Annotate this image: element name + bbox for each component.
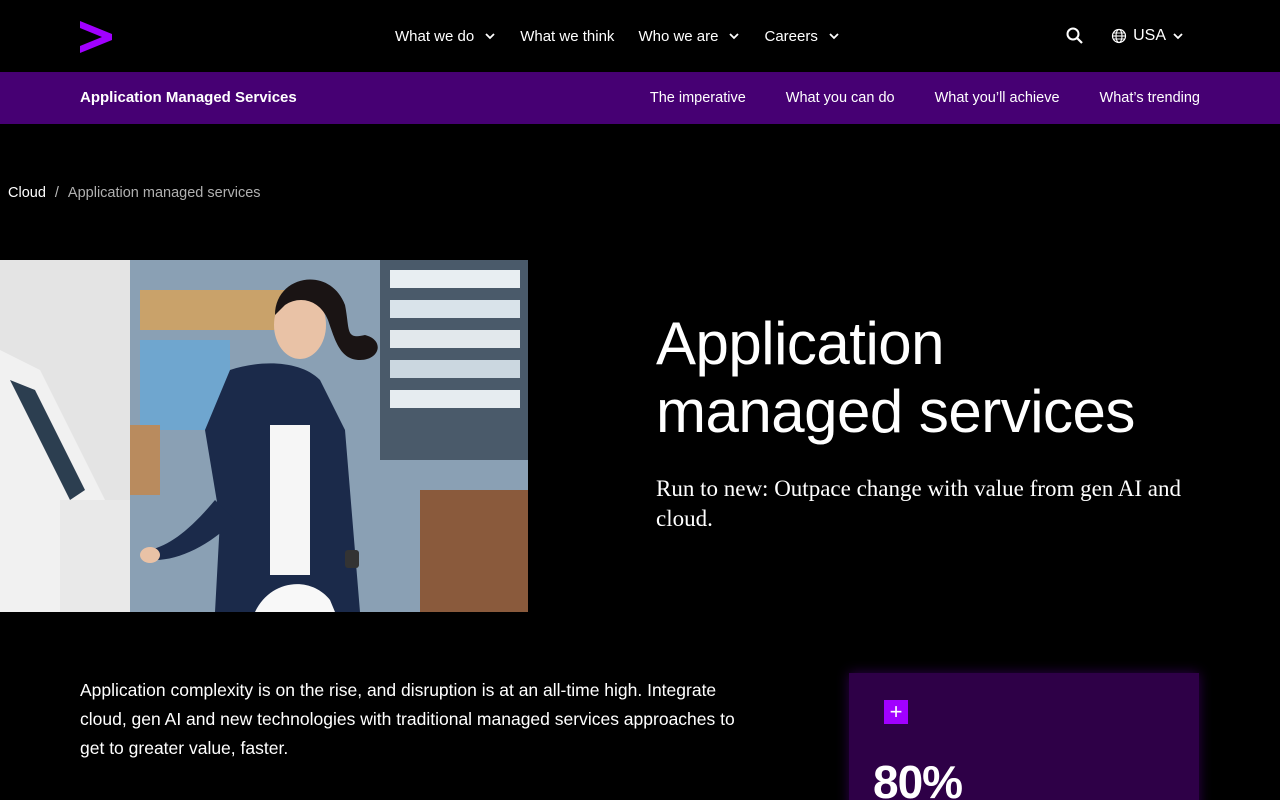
- breadcrumb-separator: /: [54, 185, 59, 201]
- subnav-link-the-imperative[interactable]: The imperative: [650, 90, 746, 106]
- top-navigation: What we do What we think Who we are Care…: [0, 0, 1280, 72]
- hero-subtitle: Run to new: Outpace change with value fr…: [656, 476, 1182, 531]
- nav-item-what-we-think[interactable]: What we think: [520, 28, 614, 45]
- nav-item-label: Who we are: [638, 27, 719, 45]
- locale-label: USA: [1133, 27, 1166, 44]
- nav-item-careers[interactable]: Careers: [764, 28, 839, 45]
- subnav-links: The imperative What you can do What you’…: [610, 72, 1200, 124]
- nav-item-label: What we think: [520, 27, 615, 45]
- intro-paragraph: Application complexity is on the rise, a…: [80, 680, 735, 758]
- nav-item-who-we-are[interactable]: Who we are: [638, 28, 740, 45]
- subnav-link-what-youll-achieve[interactable]: What you’ll achieve: [935, 90, 1060, 106]
- breadcrumb: Cloud / Application managed services: [8, 185, 261, 201]
- nav-item-label: What we do: [395, 27, 475, 45]
- hero-image: [0, 260, 528, 612]
- main-menu: What we do What we think Who we are Care…: [395, 0, 864, 72]
- chevron-down-icon: [729, 33, 740, 40]
- chevron-down-icon: [485, 33, 495, 40]
- page-title-line-1: Application: [656, 310, 945, 377]
- breadcrumb-current: Application managed services: [67, 185, 261, 201]
- search-icon[interactable]: [1065, 26, 1085, 46]
- subnav-link-whats-trending[interactable]: What’s trending: [1100, 90, 1200, 106]
- stat-value: 80%: [873, 756, 963, 800]
- page-title-line-2: managed services: [656, 378, 1135, 445]
- stat-card[interactable]: + 80%: [849, 673, 1199, 800]
- page-title: Application managed services: [656, 310, 1216, 446]
- expand-plus-button[interactable]: +: [884, 700, 908, 724]
- subnav-link-what-you-can-do[interactable]: What you can do: [786, 90, 895, 106]
- utility-nav: USA: [1065, 0, 1184, 72]
- locale-selector[interactable]: USA: [1111, 27, 1184, 45]
- chevron-down-icon: [829, 33, 839, 40]
- globe-icon: [1111, 28, 1127, 44]
- nav-item-label: Careers: [764, 27, 818, 45]
- nav-item-what-we-do[interactable]: What we do: [395, 28, 496, 45]
- chevron-down-icon: [1173, 33, 1183, 40]
- section-subnav: Application Managed Services The imperat…: [0, 72, 1280, 124]
- breadcrumb-link-cloud[interactable]: Cloud: [8, 185, 46, 201]
- brand-logo-icon[interactable]: [80, 21, 112, 53]
- subnav-title[interactable]: Application Managed Services: [80, 72, 297, 124]
